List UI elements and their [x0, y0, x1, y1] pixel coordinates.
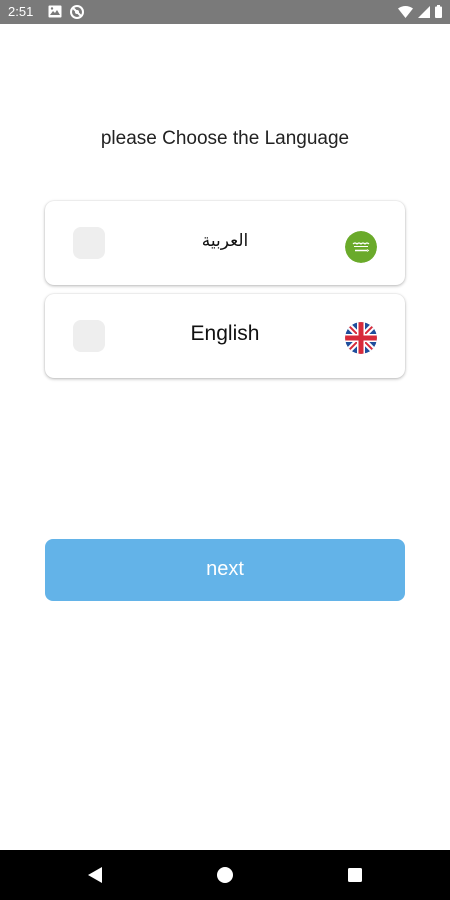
language-label: العربية	[201, 231, 249, 250]
language-selection-screen: 2:51 please Choose the Language العربية …	[0, 0, 450, 900]
battery-icon	[435, 5, 442, 18]
no-entry-icon	[70, 5, 84, 19]
back-button[interactable]	[65, 850, 125, 900]
status-time: 2:51	[8, 4, 34, 19]
navigation-bar	[0, 850, 450, 900]
status-bar: 2:51	[0, 0, 450, 24]
recents-button[interactable]	[325, 850, 385, 900]
united-kingdom-flag-icon	[345, 322, 377, 354]
status-left-icons	[48, 5, 84, 19]
status-right-icons	[398, 5, 442, 18]
saudi-arabia-flag-icon	[345, 231, 377, 263]
language-option-arabic[interactable]: العربية	[45, 201, 405, 285]
page-title: please Choose the Language	[100, 128, 350, 149]
language-checkbox[interactable]	[73, 227, 105, 259]
home-icon	[217, 867, 233, 883]
language-option-english[interactable]: English	[45, 294, 405, 378]
image-icon	[48, 5, 62, 18]
language-label: English	[190, 322, 260, 345]
wifi-icon	[398, 5, 413, 18]
next-button[interactable]: next	[45, 539, 405, 601]
signal-icon	[418, 5, 430, 18]
back-icon	[88, 867, 102, 883]
language-checkbox[interactable]	[73, 320, 105, 352]
recents-icon	[348, 868, 362, 882]
home-button[interactable]	[195, 850, 255, 900]
